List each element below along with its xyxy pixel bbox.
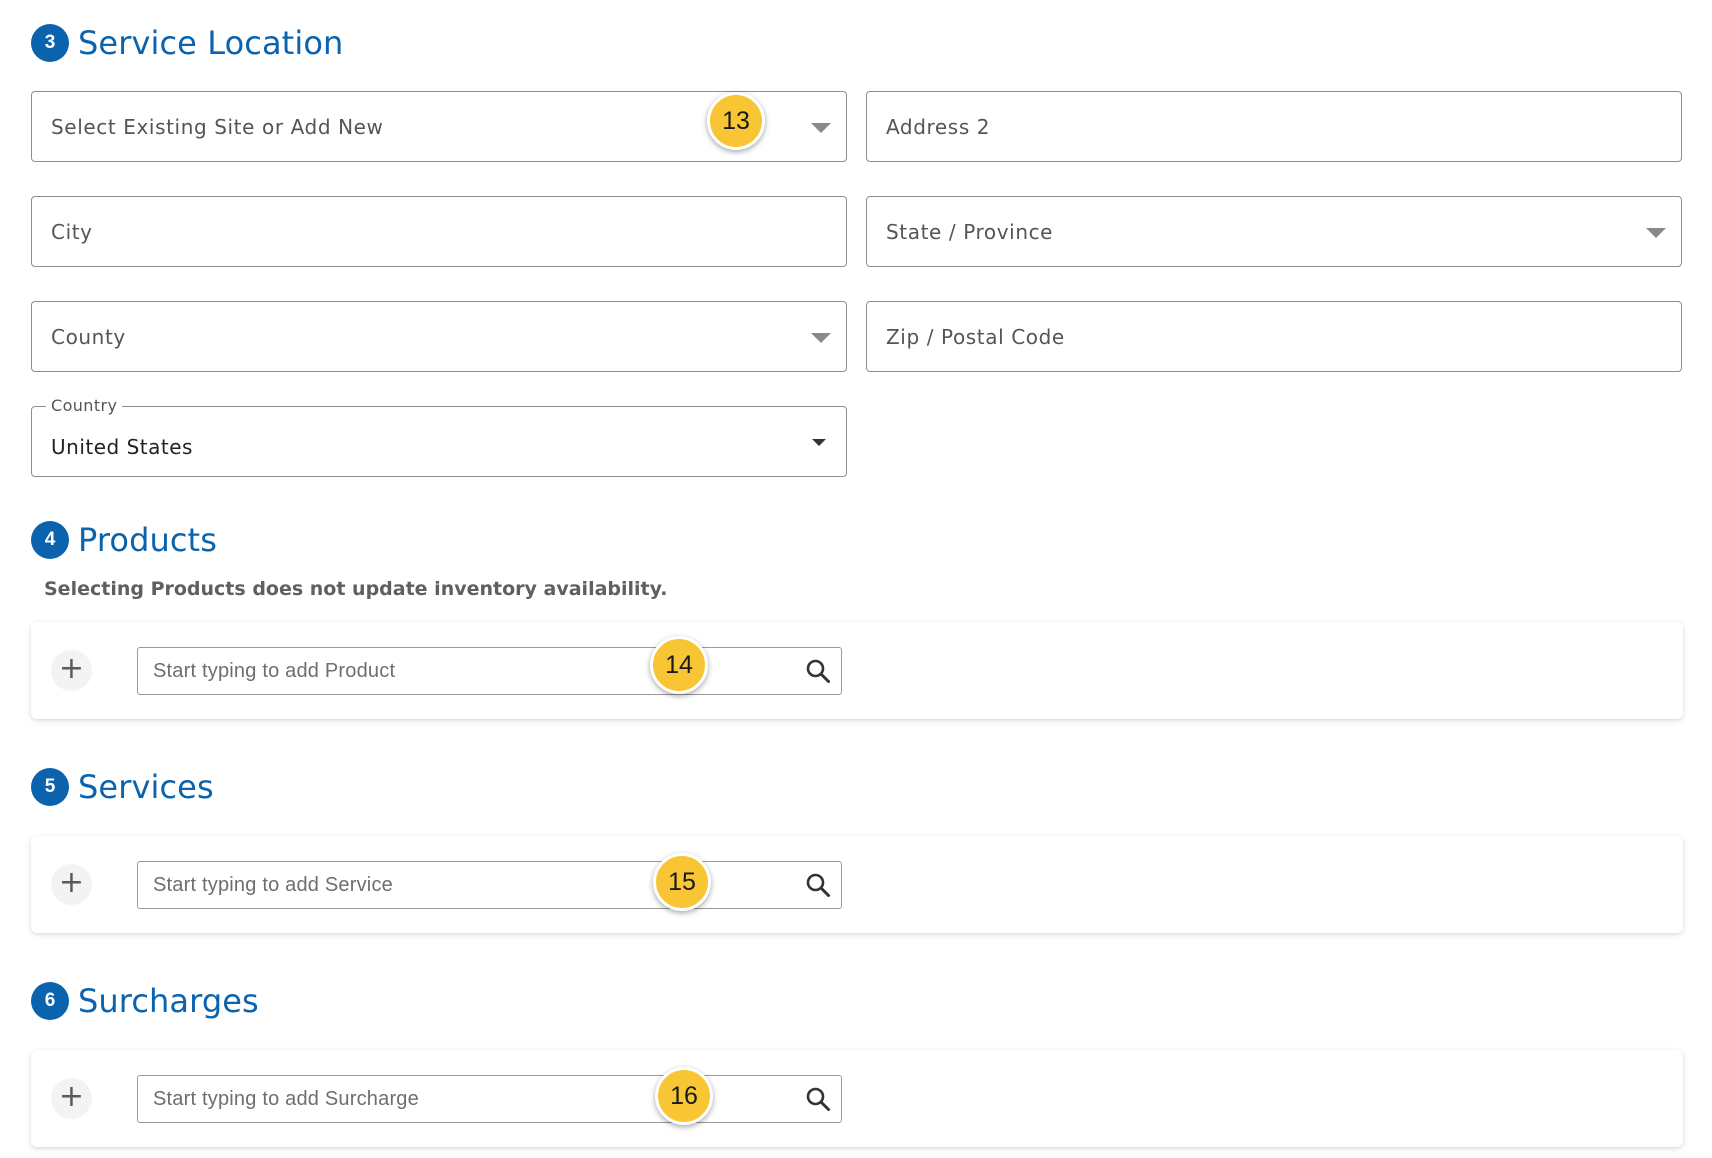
country-label: Country [46, 396, 123, 415]
products-card: + Start typing to add Product [31, 622, 1683, 719]
address2-placeholder: Address 2 [886, 114, 991, 139]
state-province-dropdown[interactable]: State / Province [866, 196, 1682, 267]
service-location-title: Service Location [78, 24, 344, 62]
services-header: 5 Services [31, 768, 214, 806]
callout-badge-16: 16 [655, 1067, 713, 1125]
search-icon[interactable] [805, 1086, 831, 1112]
country-select[interactable]: Country United States [31, 396, 847, 477]
product-search-placeholder: Start typing to add Product [153, 659, 396, 682]
surcharges-card: + Start typing to add Surcharge [31, 1050, 1683, 1147]
step-number-4: 4 [31, 521, 69, 559]
surcharge-search-placeholder: Start typing to add Surcharge [153, 1087, 419, 1110]
chevron-down-icon [811, 123, 831, 133]
services-title: Services [78, 768, 214, 806]
zip-placeholder: Zip / Postal Code [886, 324, 1065, 349]
surcharge-search-input[interactable]: Start typing to add Surcharge [137, 1075, 842, 1123]
country-value: United States [51, 434, 193, 459]
chevron-down-icon [812, 439, 826, 446]
add-service-button[interactable]: + [51, 864, 92, 905]
callout-badge-14: 14 [650, 636, 708, 694]
add-product-button[interactable]: + [51, 650, 92, 691]
services-card: + Start typing to add Service [31, 836, 1683, 933]
service-search-placeholder: Start typing to add Service [153, 873, 393, 896]
products-title: Products [78, 521, 217, 559]
add-surcharge-button[interactable]: + [51, 1078, 92, 1119]
surcharges-title: Surcharges [78, 982, 259, 1020]
step-number-6: 6 [31, 982, 69, 1020]
products-inventory-note: Selecting Products does not update inven… [44, 578, 668, 600]
service-location-header: 3 Service Location [31, 24, 343, 62]
county-placeholder: County [51, 324, 126, 349]
chevron-down-icon [811, 333, 831, 343]
state-placeholder: State / Province [886, 219, 1054, 244]
service-search-input[interactable]: Start typing to add Service [137, 861, 842, 909]
product-search-input[interactable]: Start typing to add Product [137, 647, 842, 695]
city-placeholder: City [51, 219, 93, 244]
county-dropdown[interactable]: County [31, 301, 847, 372]
callout-badge-15: 15 [653, 853, 711, 911]
zip-postal-field[interactable]: Zip / Postal Code [866, 301, 1682, 372]
chevron-down-icon [1646, 228, 1666, 238]
products-header: 4 Products [31, 521, 217, 559]
site-select-placeholder: Select Existing Site or Add New [51, 114, 384, 139]
callout-badge-13: 13 [707, 92, 765, 150]
city-field[interactable]: City [31, 196, 847, 267]
surcharges-header: 6 Surcharges [31, 982, 259, 1020]
address2-field[interactable]: Address 2 [866, 91, 1682, 162]
step-number-3: 3 [31, 24, 69, 62]
step-number-5: 5 [31, 768, 69, 806]
search-icon[interactable] [805, 658, 831, 684]
search-icon[interactable] [805, 872, 831, 898]
